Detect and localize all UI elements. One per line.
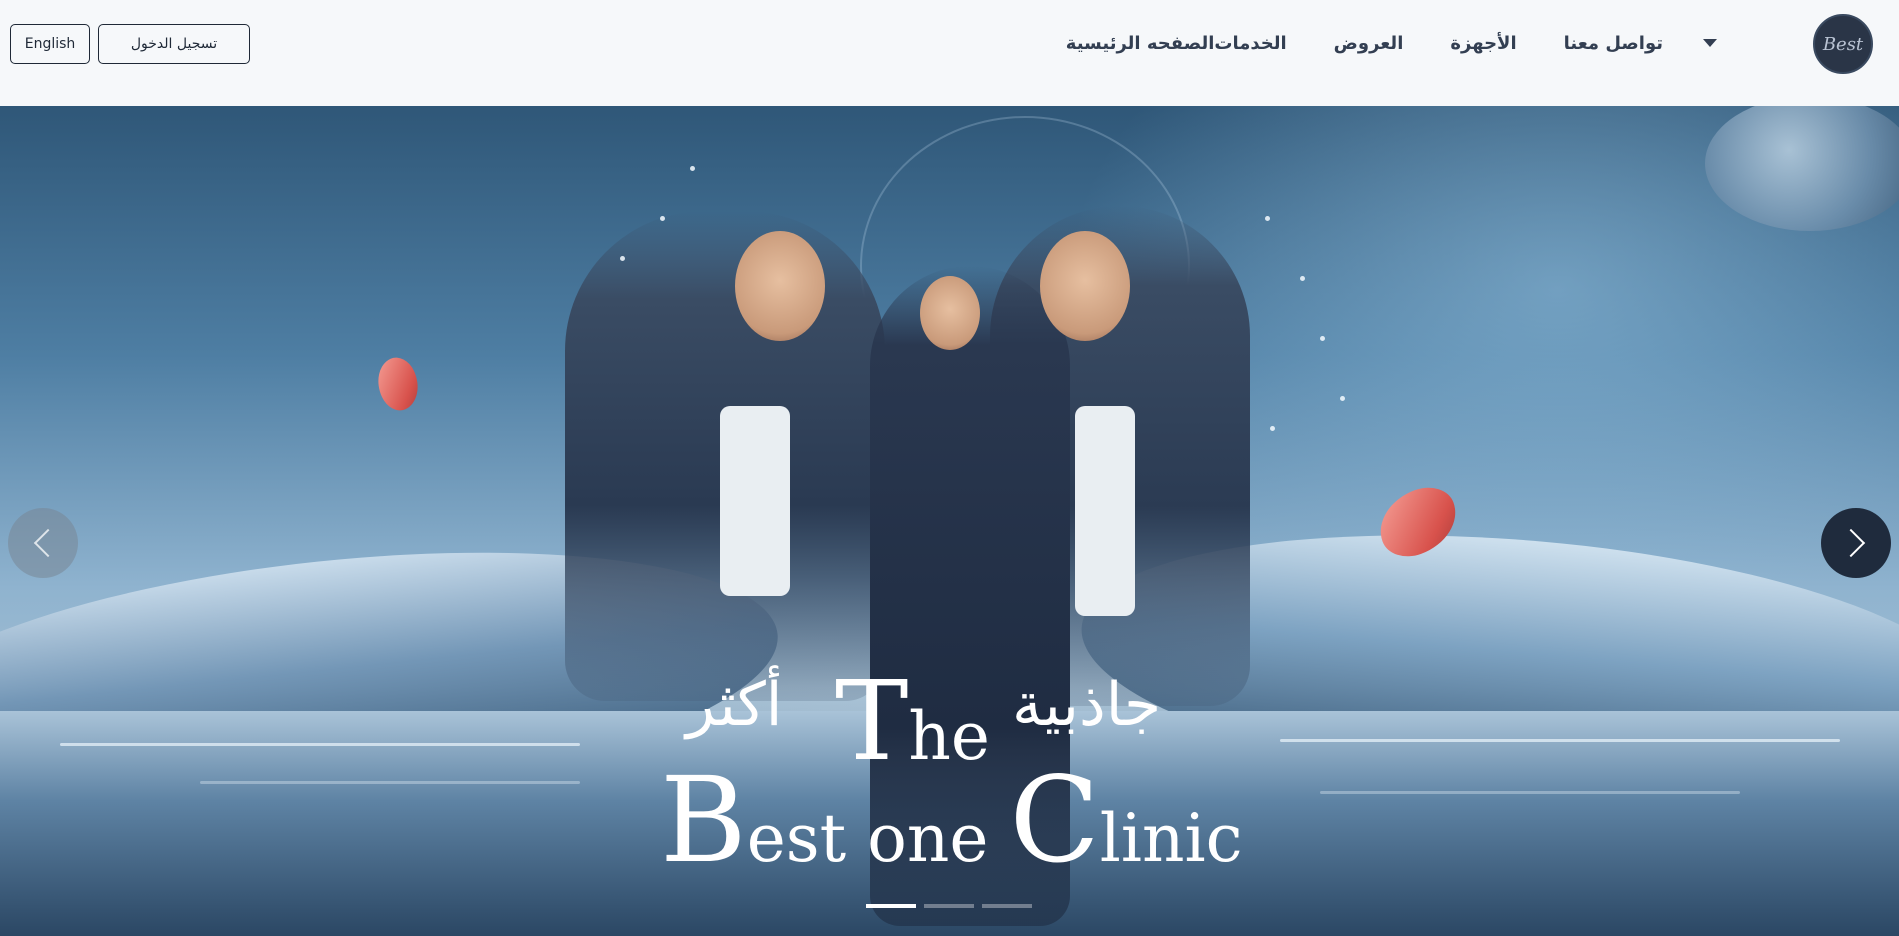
clinic-logo[interactable]: Best	[1813, 14, 1873, 74]
model-face-center	[920, 276, 980, 350]
carousel-prev-button[interactable]	[8, 508, 78, 578]
chevron-right-icon	[1836, 528, 1866, 558]
hero-orb	[1705, 106, 1899, 231]
hero-title: أكثر جاذبية The Best one Clinic	[660, 666, 1243, 916]
hero-title-c-rest: linic	[1099, 800, 1243, 877]
main-nav: الصفحه الرئيسية الخدمات العروض الأجهزة ت…	[1066, 28, 1755, 58]
logo-text: Best	[1822, 33, 1864, 55]
water-droplet	[1320, 336, 1325, 341]
hero-title-b-cap: B	[660, 751, 747, 889]
water-droplet	[1340, 396, 1345, 401]
nav-item-home[interactable]: الصفحه الرئيسية	[1066, 33, 1215, 54]
carousel-indicators	[866, 904, 1032, 908]
rose-petal-left	[368, 351, 428, 417]
chevron-left-icon	[33, 528, 63, 558]
water-droplet	[620, 256, 625, 261]
carousel-next-button[interactable]	[1821, 508, 1891, 578]
water-highlight	[200, 781, 580, 784]
model-face-right	[1040, 231, 1130, 341]
language-toggle-button[interactable]: English	[10, 24, 90, 64]
nav-item-contact[interactable]: تواصل معنا	[1564, 33, 1663, 54]
hero-title-c-cap: C	[1009, 751, 1100, 889]
water-droplet	[1300, 276, 1305, 281]
model-shirt-left	[720, 406, 790, 596]
nav-item-services[interactable]: الخدمات	[1214, 33, 1286, 54]
navbar: Best الصفحه الرئيسية الخدمات العروض الأج…	[0, 0, 1899, 88]
nav-item-offers[interactable]: العروض	[1334, 33, 1404, 54]
model-face-left	[735, 231, 825, 341]
carousel-indicator[interactable]	[866, 904, 916, 908]
water-highlight	[1320, 791, 1740, 794]
hero-slogan-left: أكثر	[686, 670, 783, 740]
login-button[interactable]: تسجيل الدخول	[98, 24, 250, 64]
hero-slogan-right: جاذبية	[1012, 670, 1162, 740]
model-shirt-right	[1075, 406, 1135, 616]
hero-title-b-rest: est one	[746, 800, 1010, 877]
water-droplet	[690, 166, 695, 171]
hero-carousel: أكثر جاذبية The Best one Clinic	[0, 106, 1899, 936]
water-droplet	[660, 216, 665, 221]
nav-more-dropdown[interactable]	[1703, 39, 1717, 47]
carousel-indicator[interactable]	[924, 904, 974, 908]
nav-item-devices[interactable]: الأجهزة	[1450, 33, 1516, 54]
carousel-indicator[interactable]	[982, 904, 1032, 908]
caret-down-icon	[1703, 39, 1717, 47]
water-droplet	[1265, 216, 1270, 221]
water-droplet	[1270, 426, 1275, 431]
hero-title-the: The	[835, 666, 990, 776]
water-highlight	[60, 743, 580, 746]
hero-title-clinic-name: Best one Clinic	[660, 761, 1243, 879]
water-highlight	[1280, 739, 1840, 742]
